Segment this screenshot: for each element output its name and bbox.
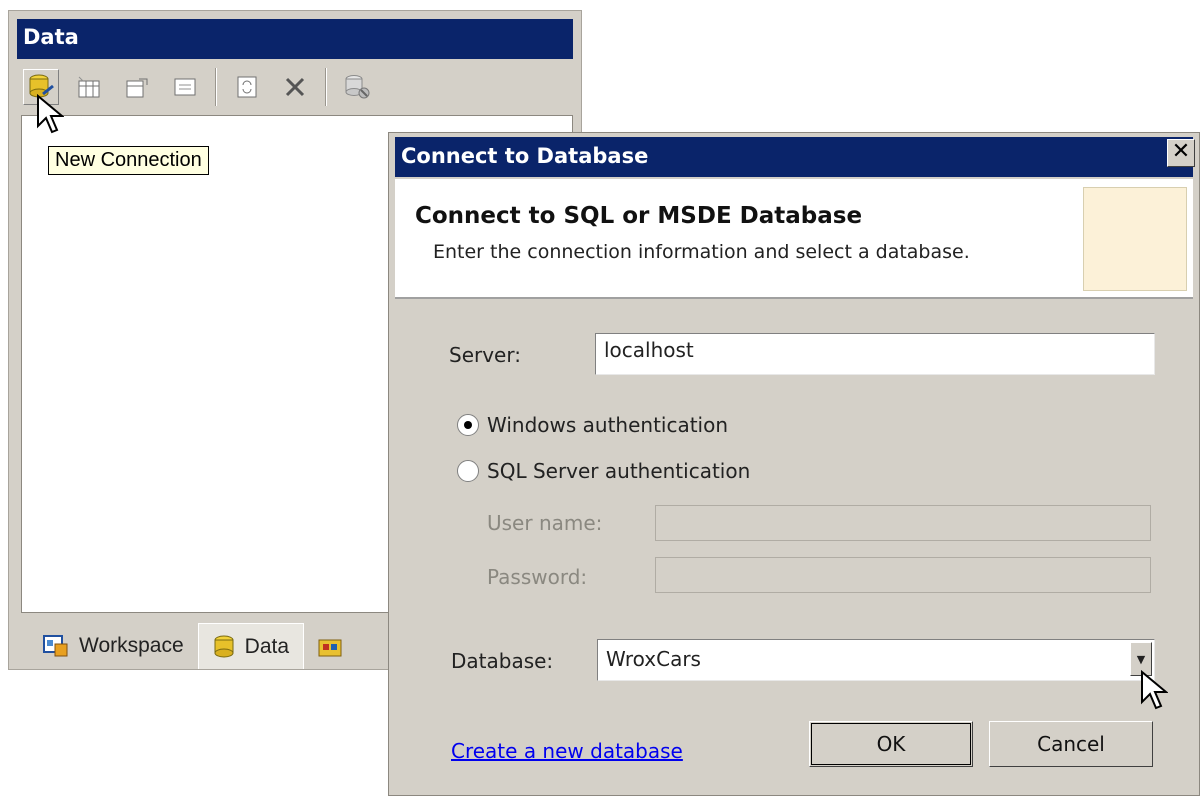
password-input[interactable] — [655, 557, 1151, 593]
refresh-icon — [237, 76, 257, 98]
tab-workspace[interactable]: Workspace — [29, 623, 198, 669]
server-label: Server: — [449, 343, 521, 367]
new-connection-tooltip: New Connection — [48, 146, 209, 175]
cancel-button[interactable]: Cancel — [989, 721, 1153, 767]
grid-icon — [174, 78, 196, 96]
toolbox-icon — [318, 639, 342, 657]
tab-data-label: Data — [244, 634, 290, 658]
data-toolbar — [17, 61, 573, 113]
workspace-icon — [43, 635, 68, 657]
database-icon — [214, 635, 234, 657]
username-label: User name: — [487, 511, 603, 535]
windows-auth-option[interactable]: Windows authentication — [457, 413, 728, 437]
sql-auth-option[interactable]: SQL Server authentication — [457, 459, 750, 483]
edit-button[interactable] — [119, 69, 155, 105]
connect-dialog: Connect to Database ✕ Connect to SQL or … — [388, 132, 1200, 796]
dialog-title: Connect to Database — [395, 137, 1193, 177]
refresh-button[interactable] — [229, 69, 265, 105]
add-table-button[interactable] — [71, 69, 107, 105]
chevron-down-icon: ▼ — [1136, 652, 1146, 666]
tab-data[interactable]: Data — [197, 623, 305, 669]
table-icon — [78, 76, 100, 98]
database-select[interactable]: WroxCars ▼ — [597, 639, 1155, 681]
disconnect-icon — [345, 75, 370, 99]
database-select-value: WroxCars — [606, 647, 701, 671]
delete-button[interactable] — [277, 69, 313, 105]
tab-toolbox[interactable] — [304, 623, 368, 669]
sql-auth-label: SQL Server authentication — [487, 459, 751, 483]
close-icon: ✕ — [1171, 139, 1191, 164]
dropdown-arrow-button[interactable]: ▼ — [1130, 642, 1152, 676]
header-image — [1083, 187, 1187, 291]
disconnect-button[interactable] — [339, 69, 375, 105]
dialog-title-text: Connect to Database — [401, 144, 649, 168]
database-label: Database: — [451, 649, 554, 673]
windows-auth-radio[interactable] — [457, 414, 479, 436]
new-connection-button[interactable] — [23, 69, 59, 105]
toolbar-separator — [325, 68, 327, 106]
toolbar-separator — [215, 68, 217, 106]
windows-auth-label: Windows authentication — [487, 413, 729, 437]
password-label: Password: — [487, 565, 588, 589]
delete-icon — [285, 77, 305, 97]
dialog-header: Connect to SQL or MSDE Database Enter th… — [395, 179, 1193, 299]
create-database-link[interactable]: Create a new database — [451, 739, 683, 763]
data-panel-title: Data — [17, 19, 573, 59]
edit-icon — [126, 78, 148, 98]
server-input[interactable]: localhost — [595, 333, 1155, 375]
username-input[interactable] — [655, 505, 1151, 541]
ok-button[interactable]: OK — [809, 721, 973, 767]
tab-workspace-label: Workspace — [79, 634, 184, 657]
header-subtitle: Enter the connection information and sel… — [433, 241, 970, 263]
close-button[interactable]: ✕ — [1167, 139, 1195, 167]
sql-auth-radio[interactable] — [457, 460, 479, 482]
header-title: Connect to SQL or MSDE Database — [415, 203, 863, 229]
view-grid-button[interactable] — [167, 69, 203, 105]
new-connection-icon — [29, 74, 54, 98]
